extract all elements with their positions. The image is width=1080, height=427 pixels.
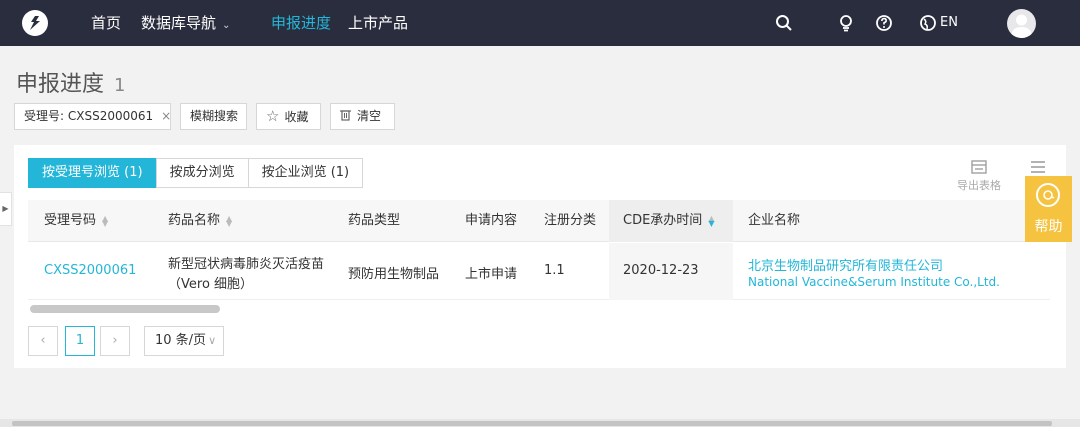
nav-marketed-products[interactable]: 上市产品 [348,0,408,46]
filter-tag-acceptance-no: 受理号: CXSS2000061 × [14,103,171,130]
clear-label: 清空 [357,109,382,123]
drug-name-line2: （Vero 细胞） [168,277,254,292]
close-icon[interactable]: × [161,109,171,123]
sort-icon: ▲ ▼ [226,213,233,228]
page-title: 申报进度 1 [16,66,125,98]
col-company: 企业名称 [748,213,801,228]
application-content: 上市申请 [465,267,518,282]
col-label: 受理号码 [44,213,97,228]
page-title-text: 申报进度 [16,72,105,97]
page-size-select[interactable]: 10 条/页 ∨ [144,326,224,356]
user-avatar[interactable] [1007,9,1036,38]
drug-name-line1: 新型冠状病毒肺炎灭活疫苗 [168,257,325,272]
tab-by-acceptance-no[interactable]: 按受理号浏览 (1) [28,158,157,188]
fuzzy-search-button[interactable]: 模糊搜索 [180,103,247,130]
col-label: 药品名称 [168,213,221,228]
favorite-button[interactable]: ☆ 收藏 [256,103,321,130]
sidebar-toggle[interactable]: ▶ [0,192,12,226]
cde-date: 2020-12-23 [623,263,699,278]
export-label: 导出表格 [957,179,1001,192]
export-table-button[interactable]: 导出表格 [954,160,1004,193]
page-horizontal-scrollbar[interactable] [0,419,1080,427]
top-navbar: 首页 数据库导航 ⌄ 申报进度 上市产品 EN [0,0,1080,46]
help-label: 帮助 [1034,219,1063,235]
tab-by-company[interactable]: 按企业浏览 (1) [247,158,364,188]
table-scrollbar[interactable] [30,305,220,313]
sort-icon: ▲ ▼ [102,213,109,228]
sort-icon: ▲ ▼ [708,213,715,228]
col-drug-name[interactable]: 药品名称 ▲ ▼ [168,200,232,242]
globe-icon[interactable] [918,13,938,33]
bulb-icon[interactable] [836,13,856,33]
scrollbar-thumb[interactable] [12,421,1052,426]
help-button[interactable]: 帮助 [1025,176,1072,242]
result-count: 1 [114,75,126,96]
nav-progress[interactable]: 申报进度 [271,0,331,46]
nav-home[interactable]: 首页 [91,0,121,46]
col-label: CDE承办时间 [623,213,703,228]
page-size-value: 10 条/页 [155,333,207,348]
page-1-button[interactable]: 1 [65,326,95,356]
filter-tag-label: 受理号: CXSS2000061 [24,109,154,123]
nav-database[interactable]: 数据库导航 ⌄ [141,0,230,46]
trash-icon [340,110,351,121]
site-logo[interactable] [22,10,48,36]
col-drug-type: 药品类型 [348,213,401,228]
chevron-right-icon: ▶ [2,204,9,213]
col-reg-class: 注册分类 [544,213,597,228]
chevron-left-icon: ‹ [40,333,46,348]
user-icon [1011,14,1032,38]
drug-type: 预防用生物制品 [348,267,440,282]
col-acceptance-no[interactable]: 受理号码 ▲ ▼ [44,200,108,242]
col-cde-date[interactable]: CDE承办时间 ▲ ▼ [609,200,733,242]
chevron-down-icon: ⌄ [222,20,231,31]
results-table: 受理号码 ▲ ▼ 药品名称 ▲ ▼ 药品类型 申请内容 注册分类 CDE承办时间 ▲ ▼ 企… [28,200,1050,305]
chevron-down-icon: ∨ [208,334,217,347]
next-page-button[interactable]: › [100,326,130,356]
table-export-icon [971,160,987,174]
company-name-cn-link[interactable]: 北京生物制品研究所有限责任公司 [748,255,943,274]
chevron-right-icon: › [112,333,118,348]
table-header: 受理号码 ▲ ▼ 药品名称 ▲ ▼ 药品类型 申请内容 注册分类 CDE承办时间 ▲ ▼ 企… [28,200,1050,242]
company-name-en-link[interactable]: National Vaccine&Serum Institute Co.,Ltd… [748,275,1000,289]
browse-tabs: 按受理号浏览 (1) 按成分浏览 按企业浏览 (1) [28,158,364,188]
acceptance-no-link[interactable]: CXSS2000061 [44,263,136,278]
clear-button[interactable]: 清空 [330,103,395,130]
results-card: 按受理号浏览 (1) 按成分浏览 按企业浏览 (1) 导出表格 更 受理号码▲▼… [14,145,1066,368]
favorite-label: 收藏 [284,110,309,124]
list-icon [1031,161,1045,173]
search-icon[interactable] [774,13,794,33]
prev-page-button[interactable]: ‹ [28,326,58,356]
question-icon[interactable] [874,13,894,33]
language-switch[interactable]: EN [940,0,958,46]
help-icon [1036,183,1060,207]
nav-database-label: 数据库导航 [141,14,217,32]
tab-by-ingredient[interactable]: 按成分浏览 [155,158,249,188]
star-icon: ☆ [266,107,280,125]
table-row: CXSS2000061 新型冠状病毒肺炎灭活疫苗 （Vero 细胞） 预防用生物… [28,243,1050,300]
registration-class: 1.1 [544,263,565,278]
col-application: 申请内容 [465,213,518,228]
logo-icon [28,15,42,31]
